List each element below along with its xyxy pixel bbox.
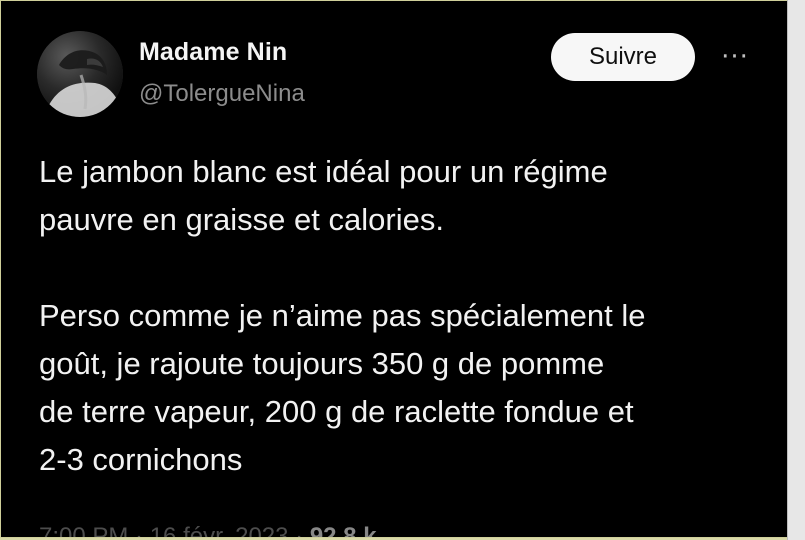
more-horizontal-icon[interactable]: ··· [715, 35, 755, 79]
tweet-card: Madame Nin @TolergueNina Suivre ··· Le j… [0, 0, 803, 538]
tweet-views: 92,8 k [309, 524, 377, 538]
tweet-timestamp[interactable]: 7:00 PM · 16 févr. 2023 · [39, 524, 310, 537]
display-name[interactable]: Madame Nin [139, 37, 499, 67]
user-info: Madame Nin @TolergueNina [139, 37, 499, 109]
tweet-text: Le jambon blanc est idéal pour un régime… [39, 154, 646, 477]
window-right-edge [787, 0, 805, 540]
user-handle[interactable]: @TolergueNina [139, 79, 499, 109]
avatar[interactable] [37, 31, 123, 117]
avatar-photo-icon [37, 31, 123, 117]
tweet-meta: 7:00 PM · 16 févr. 2023 · 92,8 k [39, 524, 739, 538]
tweet-header: Madame Nin @TolergueNina Suivre ··· [37, 31, 777, 121]
follow-button[interactable]: Suivre [551, 33, 695, 81]
